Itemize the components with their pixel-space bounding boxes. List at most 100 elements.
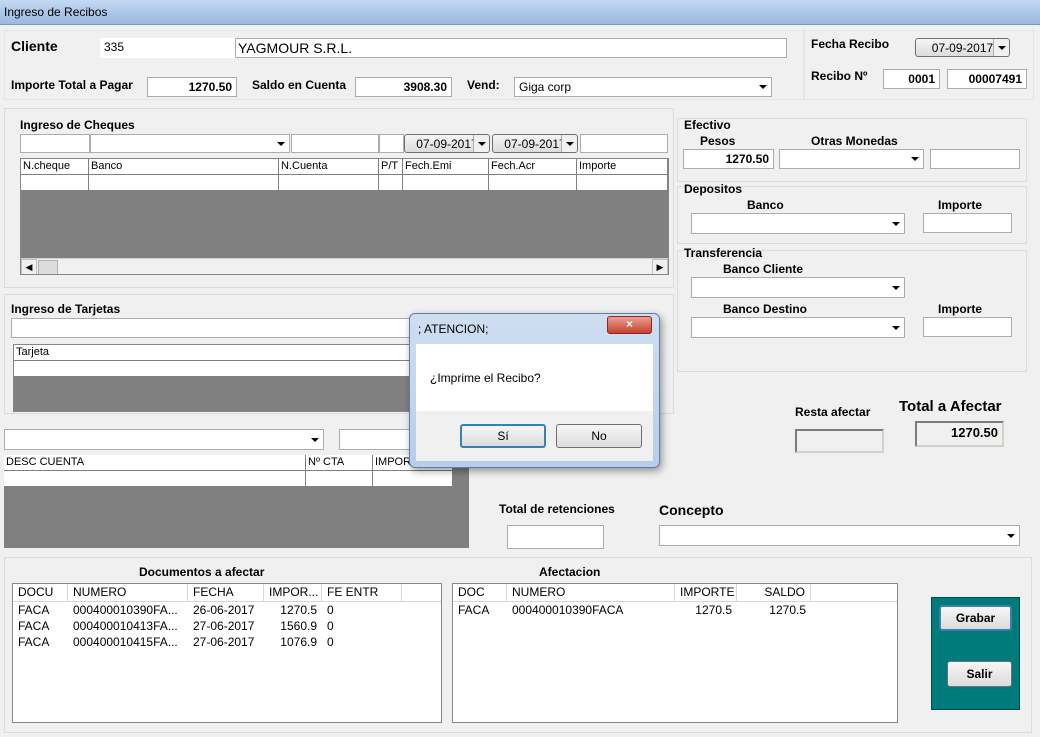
scroll-right-icon[interactable]: ▶ (652, 259, 668, 274)
afectacion-list-header: DOC NUMERO IMPORTE SALDO (453, 584, 897, 602)
pesos-label: Pesos (700, 134, 736, 148)
total-afectar-label: Total a Afectar (899, 398, 1002, 415)
scroll-thumb[interactable] (38, 260, 58, 274)
tarjetas-title: Ingreso de Tarjetas (11, 302, 121, 316)
chevron-down-icon (311, 437, 319, 442)
documentos-list[interactable]: DOCU NUMERO FECHA IMPOR... FE ENTR FACA … (12, 583, 442, 723)
col-fe-entr[interactable]: FE ENTR (322, 584, 402, 601)
fecha-recibo-picker[interactable]: 07-09-2017 (915, 38, 1010, 57)
no-button[interactable]: No (556, 424, 642, 448)
chevron-down-icon (277, 141, 285, 146)
chevron-down-icon (892, 325, 900, 330)
tarjeta-input[interactable] (11, 318, 421, 338)
banco-cliente-select[interactable] (691, 277, 905, 298)
banco-cliente-label: Banco Cliente (723, 262, 804, 276)
importe-total-field[interactable]: 1270.50 (147, 77, 237, 97)
recibo-pv-field[interactable]: 0001 (883, 69, 940, 89)
grid-col-ncheque[interactable]: N.cheque (21, 159, 89, 175)
grid-col-pt[interactable]: P/T (379, 159, 403, 175)
cheque-fecha-acr-value: 07-09-2017 (504, 137, 566, 151)
col-doc[interactable]: DOC (453, 584, 507, 601)
transferencia-title: Transferencia (684, 246, 763, 260)
resta-afectar-field (795, 429, 884, 453)
cliente-label: Cliente (11, 38, 58, 54)
cheque-cuenta-input[interactable] (291, 134, 379, 153)
col-numero[interactable]: NUMERO (68, 584, 188, 601)
grid-col-fechacr[interactable]: Fech.Acr (489, 159, 577, 175)
afectacion-title: Afectacion (539, 565, 601, 579)
cheque-fecha-emi-picker[interactable]: 07-09-2017 (404, 134, 490, 153)
col-importe[interactable]: IMPORTE (675, 584, 737, 601)
scroll-left-icon[interactable]: ◀ (21, 259, 37, 274)
grid-col-ncuenta[interactable]: N.Cuenta (279, 159, 379, 175)
chevron-down-icon (1007, 533, 1015, 538)
retenciones-field[interactable] (507, 525, 604, 549)
saldo-cuenta-field[interactable]: 3908.30 (355, 77, 452, 97)
retenciones-label: Total de retenciones (499, 502, 615, 516)
depositos-importe-field[interactable] (923, 213, 1012, 233)
banco-destino-select[interactable] (691, 317, 905, 338)
dialog-footer: Sí No (416, 411, 653, 461)
col-importe[interactable]: IMPOR... (264, 584, 322, 601)
chevron-down-icon (478, 141, 486, 146)
grid-col-tarjeta[interactable]: Tarjeta (14, 345, 422, 361)
dialog-body: ¿Imprime el Recibo? (416, 344, 653, 411)
col-numero[interactable]: NUMERO (507, 584, 675, 601)
yes-button[interactable]: Sí (460, 424, 546, 448)
grabar-button[interactable]: Grabar (939, 605, 1012, 631)
transferencia-importe-label: Importe (938, 302, 983, 316)
close-icon[interactable]: × (607, 316, 652, 334)
window-title: Ingreso de Recibos (4, 5, 108, 19)
cheque-pt-input[interactable] (379, 134, 404, 153)
documentos-row[interactable]: FACA 000400010390FA... 26-06-2017 1270.5… (13, 602, 441, 618)
transferencia-importe-field[interactable] (923, 317, 1012, 337)
cheque-importe-input[interactable] (580, 134, 668, 153)
grid-col-desc-cuenta[interactable]: DESC CUENTA (4, 455, 306, 471)
tarjetas-grid-empty-row[interactable] (14, 361, 422, 377)
cuentas-grid-empty-row[interactable] (4, 471, 453, 487)
concepto-select[interactable] (659, 525, 1020, 546)
cliente-code-field[interactable]: 335 (100, 38, 235, 58)
cheque-number-input[interactable] (20, 134, 90, 153)
depositos-importe-label: Importe (938, 198, 983, 212)
otras-monedas-select[interactable] (779, 149, 924, 169)
col-saldo[interactable]: SALDO (737, 584, 811, 601)
chevron-down-icon (892, 285, 900, 290)
cuentas-grid[interactable]: DESC CUENTA Nº CTA IMPORTE (4, 455, 469, 548)
cheques-grid-empty-row[interactable] (21, 175, 668, 191)
col-fecha[interactable]: FECHA (188, 584, 264, 601)
vendedor-value: Giga corp (519, 80, 572, 94)
fecha-recibo-label: Fecha Recibo (811, 37, 890, 51)
dialog-message: ¿Imprime el Recibo? (430, 371, 541, 385)
confirm-dialog: ; ATENCION; × ¿Imprime el Recibo? Sí No (409, 313, 660, 468)
grid-col-banco[interactable]: Banco (89, 159, 279, 175)
depositos-banco-select[interactable] (691, 213, 905, 234)
tarjetas-grid[interactable]: Tarjeta (13, 344, 423, 412)
afectacion-list[interactable]: DOC NUMERO IMPORTE SALDO FACA 0004000103… (452, 583, 898, 723)
vendedor-select[interactable]: Giga corp (514, 77, 772, 97)
afectacion-row[interactable]: FACA 000400010390FACA 1270.5 1270.5 (453, 602, 897, 618)
otras-monedas-importe-field[interactable] (930, 149, 1020, 169)
documentos-list-header: DOCU NUMERO FECHA IMPOR... FE ENTR (13, 584, 441, 602)
cuenta-select[interactable] (4, 429, 324, 450)
grid-col-importe[interactable]: Importe (577, 159, 668, 175)
grid-col-fechemi[interactable]: Fech.Emi (403, 159, 489, 175)
dialog-title: ; ATENCION; (418, 322, 489, 336)
cuenta-importe-input[interactable] (339, 429, 419, 450)
documentos-title: Documentos a afectar (139, 565, 265, 579)
documentos-row[interactable]: FACA 000400010413FA... 27-06-2017 1560.9… (13, 618, 441, 634)
recibo-num-field[interactable]: 00007491 (947, 69, 1027, 89)
col-docu[interactable]: DOCU (13, 584, 68, 601)
grid-col-nro-cta[interactable]: Nº CTA (306, 455, 373, 471)
cheques-horizontal-scrollbar[interactable]: ◀ ▶ (21, 258, 668, 274)
cheque-fecha-acr-picker[interactable]: 07-09-2017 (492, 134, 578, 153)
documentos-row[interactable]: FACA 000400010415FA... 27-06-2017 1076.9… (13, 634, 441, 650)
fecha-recibo-value: 07-09-2017 (931, 41, 994, 55)
salir-button[interactable]: Salir (947, 661, 1012, 687)
cheques-grid[interactable]: N.cheque Banco N.Cuenta P/T Fech.Emi Fec… (20, 158, 669, 275)
chevron-down-icon (892, 221, 900, 226)
cliente-name-field[interactable]: YAGMOUR S.R.L. (235, 38, 787, 58)
efectivo-pesos-field[interactable]: 1270.50 (683, 149, 774, 169)
saldo-label: Saldo en Cuenta (252, 78, 347, 92)
cheque-banco-select[interactable] (90, 134, 290, 153)
